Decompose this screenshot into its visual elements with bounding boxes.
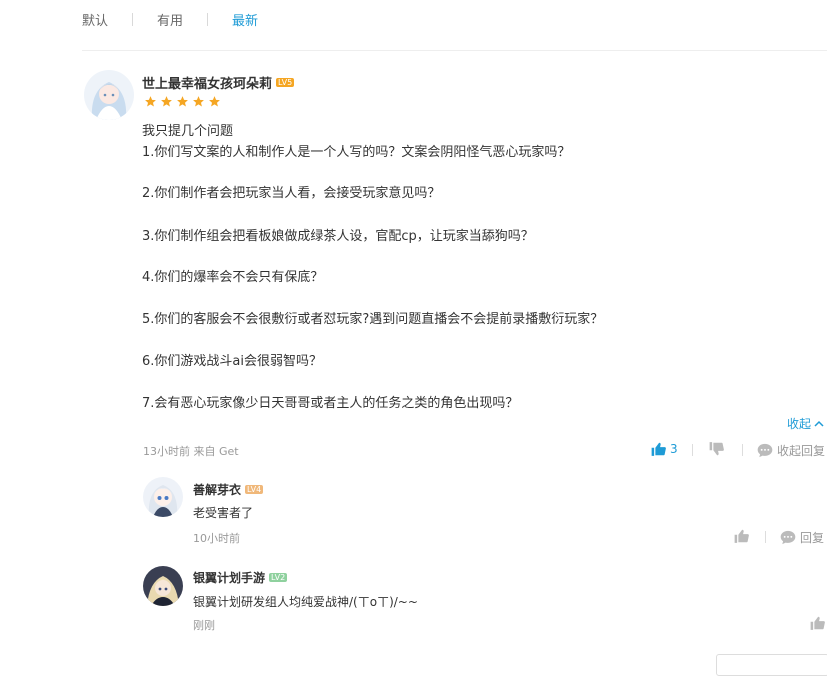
thumbs-up-icon	[651, 442, 666, 456]
reply-like-button[interactable]	[810, 616, 827, 630]
review-username[interactable]: 世上最幸福女孩珂朵莉 LV5	[142, 73, 295, 92]
rating-stars	[144, 95, 224, 108]
action-divider	[765, 531, 766, 543]
review-line: 6.你们游戏战斗ai会很弱智吗？	[142, 354, 322, 369]
action-divider	[742, 444, 743, 456]
avatar-image	[143, 566, 183, 606]
level-badge: LV4	[245, 485, 264, 494]
sort-tabs: 默认 有用 最新	[82, 8, 258, 30]
like-count: 3	[670, 442, 678, 456]
star-icon	[209, 96, 220, 107]
review-line: 4.你们的爆率会不会只有保底？	[142, 270, 324, 285]
review-line: 2.你们制作者会把玩家当人看，会接受玩家意见吗？	[142, 186, 441, 201]
reply-like-button[interactable]	[734, 529, 753, 543]
level-badge: LV2	[269, 573, 288, 582]
comment-icon	[780, 530, 796, 545]
collapse-replies-button[interactable]: 收起回复	[757, 442, 825, 459]
star-icon	[177, 96, 188, 107]
review-meta: 13小时前 来自 Get	[143, 445, 239, 458]
collapse-label: 收起	[787, 417, 812, 431]
action-divider	[692, 444, 693, 456]
tab-divider	[132, 12, 134, 26]
review-line: 3.你们制作组会把看板娘做成绿茶人设，官配cp，让玩家当舔狗吗？	[142, 229, 534, 244]
reply-username-text[interactable]: 银翼计划手游	[193, 569, 265, 586]
tab-latest[interactable]: 最新	[232, 10, 258, 29]
thumbs-down-icon	[709, 442, 724, 456]
tab-divider	[207, 12, 209, 26]
reply-username[interactable]: 银翼计划手游 LV2	[193, 569, 288, 586]
collapse-button[interactable]: 收起	[787, 415, 824, 432]
tab-useful[interactable]: 有用	[157, 10, 183, 29]
level-badge: LV5	[276, 78, 295, 87]
tab-default[interactable]: 默认	[82, 10, 108, 29]
review-line: 5.你们的客服会不会很敷衍或者怼玩家?遇到问题直播会不会提前录播敷衍玩家？	[142, 312, 604, 327]
reply-avatar[interactable]	[143, 477, 183, 517]
review-line: 7.会有恶心玩家像少日天哥哥或者主人的任务之类的角色出现吗？	[142, 396, 519, 411]
reply-button[interactable]: 回复	[780, 529, 824, 546]
collapse-replies-label: 收起回复	[777, 444, 826, 458]
star-icon	[145, 96, 156, 107]
thumbs-up-icon	[734, 529, 749, 543]
reply-username[interactable]: 善解芽衣 LV4	[193, 481, 264, 498]
reply-label: 回复	[800, 531, 825, 545]
review-username-text[interactable]: 世上最幸福女孩珂朵莉	[142, 73, 272, 92]
comment-icon	[757, 443, 773, 458]
review-line: 1.你们写文案的人和制作人是一个人写的吗？文案会阴阳怪气恶心玩家吗？	[142, 145, 571, 160]
avatar-image	[84, 70, 134, 120]
thumbs-up-icon	[810, 616, 825, 630]
avatar-image	[143, 477, 183, 517]
reply-text: 老受害者了	[193, 506, 254, 520]
reply-time: 10小时前	[193, 532, 240, 545]
reply-time: 刚刚	[193, 619, 215, 632]
divider	[82, 50, 827, 51]
like-button[interactable]: 3	[651, 442, 678, 456]
reply-input-box[interactable]	[716, 654, 827, 676]
avatar[interactable]	[84, 70, 134, 120]
dislike-button[interactable]	[709, 442, 728, 456]
reply-avatar[interactable]	[143, 566, 183, 606]
star-icon	[193, 96, 204, 107]
chevron-up-icon	[814, 420, 824, 427]
star-icon	[161, 96, 172, 107]
reply-username-text[interactable]: 善解芽衣	[193, 481, 241, 498]
review-line: 我只提几个问题	[142, 124, 234, 139]
reply-text: 银翼计划研发组人均纯爱战神/(ㄒoㄒ)/~~	[193, 595, 418, 609]
